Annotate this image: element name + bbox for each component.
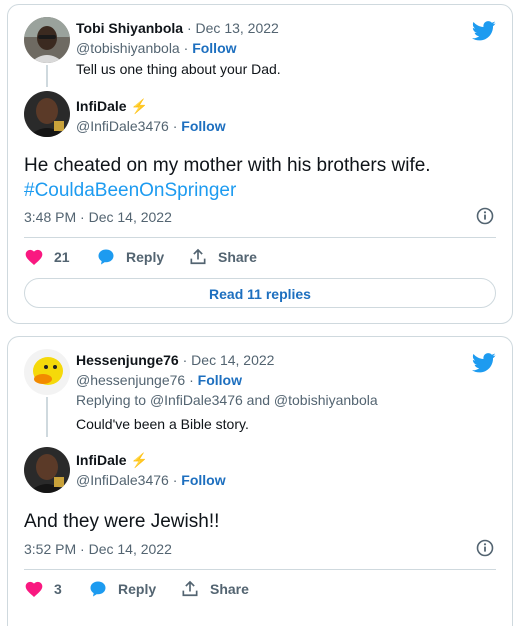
- tweet-handle-row: @hessenjunge76 · Follow: [76, 371, 242, 390]
- author-name[interactable]: Tobi Shiyanbola: [76, 20, 183, 36]
- author-name[interactable]: InfiDale: [76, 98, 127, 114]
- tweet-date[interactable]: Dec 13, 2022: [196, 20, 279, 36]
- reply-bubble-icon: [98, 249, 114, 265]
- separator-dot: ·: [182, 352, 192, 368]
- share-button[interactable]: Share: [180, 579, 249, 599]
- info-icon[interactable]: [476, 207, 494, 225]
- divider: [24, 237, 496, 238]
- follow-button[interactable]: Follow: [181, 118, 225, 134]
- like-count: 21: [54, 249, 70, 265]
- heart-icon: [25, 249, 43, 265]
- tweet-header: Tobi Shiyanbola · Dec 13, 2022: [76, 19, 279, 38]
- follow-button[interactable]: Follow: [198, 372, 242, 388]
- tweet-text: Tell us one thing about your Dad.: [76, 61, 281, 77]
- replying-to-row: Replying to @InfiDale3476 and @tobishiya…: [76, 391, 378, 410]
- mention-link[interactable]: @tobishiyanbola: [274, 392, 378, 408]
- thread-line: [46, 65, 48, 87]
- tweet-header: InfiDale ⚡: [76, 97, 148, 116]
- divider: [24, 569, 496, 570]
- share-label: Share: [210, 581, 249, 597]
- reply-button[interactable]: Reply: [88, 579, 156, 599]
- author-handle[interactable]: @tobishiyanbola: [76, 40, 180, 56]
- share-icon: [182, 580, 198, 597]
- tweet-timestamp[interactable]: 3:52 PM · Dec 14, 2022: [24, 541, 172, 557]
- tweet-header: Hessenjunge76 · Dec 14, 2022: [76, 351, 274, 370]
- thread-line: [46, 397, 48, 437]
- tweet-header: InfiDale ⚡: [76, 451, 148, 470]
- like-count: 3: [54, 581, 62, 597]
- mention-link[interactable]: @InfiDale3476: [150, 392, 243, 408]
- reply-label: Reply: [126, 249, 165, 265]
- follow-button[interactable]: Follow: [192, 40, 236, 56]
- author-handle[interactable]: @InfiDale3476: [76, 118, 169, 134]
- author-name[interactable]: Hessenjunge76: [76, 352, 179, 368]
- separator-dot: ·: [172, 472, 182, 488]
- share-icon: [190, 248, 206, 265]
- tweet-handle-row: @tobishiyanbola · Follow: [76, 39, 237, 58]
- reply-button[interactable]: Reply: [96, 247, 164, 267]
- tweet-text: Could've been a Bible story.: [76, 416, 249, 432]
- tweet-body-text: And they were Jewish!!: [24, 511, 220, 532]
- avatar-infidale[interactable]: [24, 447, 70, 493]
- avatar-image: [24, 349, 70, 395]
- lightning-emoji: ⚡: [130, 98, 148, 114]
- reply-label: Reply: [118, 581, 157, 597]
- tweet-date[interactable]: Dec 14, 2022: [191, 352, 274, 368]
- author-name[interactable]: InfiDale: [76, 452, 127, 468]
- avatar-tobishiyanbola[interactable]: [24, 17, 70, 63]
- avatar-image: [24, 447, 70, 493]
- author-handle[interactable]: @hessenjunge76: [76, 372, 185, 388]
- tweet-card-1: Tobi Shiyanbola · Dec 13, 2022 @tobishiy…: [7, 4, 513, 324]
- twitter-bird-icon[interactable]: [472, 21, 496, 41]
- heart-icon: [25, 581, 43, 597]
- lightning-emoji: ⚡: [130, 452, 148, 468]
- separator-dot: ·: [183, 40, 193, 56]
- separator-dot: ·: [186, 20, 196, 36]
- read-replies-button[interactable]: Read 11 replies: [24, 278, 496, 308]
- avatar-image: [24, 91, 70, 137]
- hashtag-link[interactable]: #CouldaBeenOnSpringer: [24, 178, 431, 203]
- author-handle[interactable]: @InfiDale3476: [76, 472, 169, 488]
- tweet-body-text: He cheated on my mother with his brother…: [24, 155, 431, 176]
- tweet-body: He cheated on my mother with his brother…: [24, 153, 431, 203]
- share-button[interactable]: Share: [188, 247, 257, 267]
- reply-bubble-icon: [90, 581, 106, 597]
- like-button[interactable]: 3: [24, 579, 62, 599]
- follow-button[interactable]: Follow: [181, 472, 225, 488]
- replying-prefix: Replying to: [76, 392, 147, 408]
- tweet-timestamp[interactable]: 3:48 PM · Dec 14, 2022: [24, 209, 172, 225]
- avatar-infidale[interactable]: [24, 91, 70, 137]
- separator-dot: ·: [172, 118, 182, 134]
- tweet-handle-row: @InfiDale3476 · Follow: [76, 471, 226, 490]
- tweet-handle-row: @InfiDale3476 · Follow: [76, 117, 226, 136]
- twitter-bird-icon[interactable]: [472, 353, 496, 373]
- avatar-image: [24, 17, 70, 63]
- tweet-card-2: Hessenjunge76 · Dec 14, 2022 @hessenjung…: [7, 336, 513, 626]
- replying-and: and: [246, 392, 271, 408]
- avatar-hessenjunge76[interactable]: [24, 349, 70, 395]
- separator-dot: ·: [189, 372, 198, 388]
- info-icon[interactable]: [476, 539, 494, 557]
- share-label: Share: [218, 249, 257, 265]
- like-button[interactable]: 21: [24, 247, 70, 267]
